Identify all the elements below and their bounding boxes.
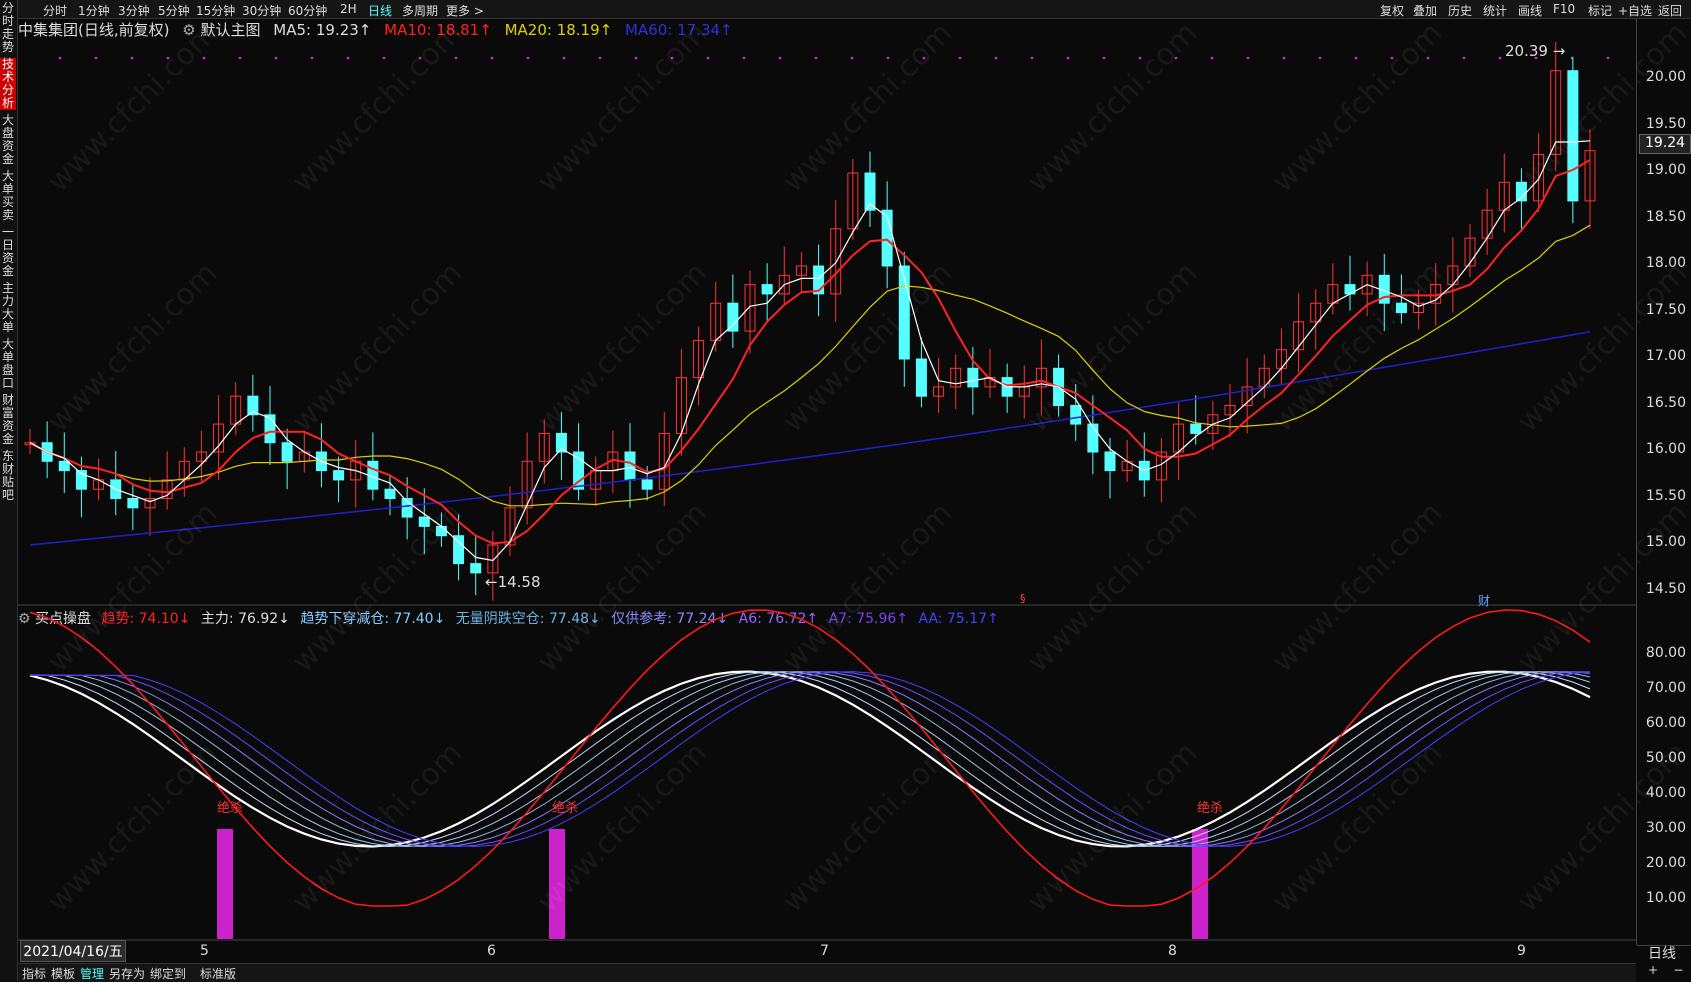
dot-marker (886, 56, 890, 60)
low-price-label: ←14.58 (485, 573, 541, 591)
saveas-tab[interactable]: 另存为 (109, 965, 145, 982)
dot-marker (850, 56, 854, 60)
manage-tab[interactable]: 管理 (80, 965, 104, 982)
candle-body (727, 302, 739, 332)
event-marker[interactable]: § (1020, 592, 1026, 605)
dot-marker (58, 56, 62, 60)
dot-marker (1246, 56, 1250, 60)
dot-marker (1498, 56, 1502, 60)
dot-marker (958, 56, 962, 60)
dot-marker (1210, 56, 1214, 60)
dot-marker (346, 56, 350, 60)
dot-marker (1318, 56, 1322, 60)
candle-body (761, 284, 773, 295)
period-label[interactable]: 日线 (1648, 943, 1676, 963)
ytick: 70.00 (1645, 680, 1686, 696)
dot-marker (1354, 56, 1358, 60)
dot-marker (562, 56, 566, 60)
bind-tab[interactable]: 绑定到 (150, 965, 186, 982)
indicator-tab[interactable]: 指标 (22, 965, 46, 982)
dot-marker (310, 56, 314, 60)
dot-marker (994, 56, 998, 60)
signal-label: 绝杀 (217, 800, 243, 816)
dot-marker (634, 56, 638, 60)
bottom-toolbar: 指标 模板 管理 另存为 绑定到 标准版 (18, 963, 1636, 982)
xtick-month: 8 (1168, 943, 1177, 959)
dot-marker (814, 56, 818, 60)
dot-marker (130, 56, 134, 60)
dot-marker (94, 56, 98, 60)
signal-label: 绝杀 (552, 800, 578, 816)
cai-marker[interactable]: 财 (1478, 592, 1490, 609)
candle-body (1104, 451, 1116, 472)
candle-body (453, 535, 465, 565)
dot-marker (1066, 56, 1070, 60)
ytick: 16.50 (1645, 395, 1686, 411)
xtick-month: 5 (200, 943, 209, 959)
dot-marker (238, 56, 242, 60)
ytick: 17.00 (1645, 348, 1686, 364)
ytick: 14.50 (1645, 581, 1686, 597)
ytick: 16.00 (1645, 441, 1686, 457)
xtick-month: 9 (1517, 943, 1526, 959)
template-tab[interactable]: 模板 (51, 965, 75, 982)
dot-marker (1030, 56, 1034, 60)
candle-body (624, 451, 636, 481)
xtick-month: 6 (487, 943, 496, 959)
dot-marker (454, 56, 458, 60)
dot-marker (1462, 56, 1466, 60)
candle-body (264, 414, 276, 444)
candle-body (470, 563, 482, 574)
dot-marker (706, 56, 710, 60)
candle-body (127, 498, 139, 509)
current-price-tag: 19.24 (1639, 134, 1691, 154)
ytick: 10.00 (1645, 890, 1686, 906)
zoom-controls[interactable]: + − (1648, 963, 1683, 977)
dot-marker (598, 56, 602, 60)
ytick: 20.00 (1645, 855, 1686, 871)
dot-marker (274, 56, 278, 60)
dot-marker (1606, 56, 1610, 60)
xtick-month: 7 (820, 943, 829, 959)
dot-marker (1102, 56, 1106, 60)
ytick: 60.00 (1645, 715, 1686, 731)
ytick: 19.50 (1645, 116, 1686, 132)
candle-body (967, 367, 979, 388)
dot-marker (778, 56, 782, 60)
ytick: 19.00 (1645, 162, 1686, 178)
dot-marker (526, 56, 530, 60)
date-cursor-label: 2021/04/16/五 (20, 940, 126, 962)
standard-tab[interactable]: 标准版 (200, 965, 236, 982)
high-price-label: 20.39 → (1505, 42, 1566, 60)
candle-body (915, 358, 927, 397)
dot-marker (382, 56, 386, 60)
dot-marker (742, 56, 746, 60)
candle-body (641, 479, 653, 490)
candle-body (1087, 423, 1099, 453)
candle-body (58, 460, 70, 472)
ytick: 18.50 (1645, 209, 1686, 225)
dot-marker (1282, 56, 1286, 60)
candle-body (384, 488, 396, 500)
ytick: 80.00 (1645, 645, 1686, 661)
candle-body (333, 470, 345, 481)
signal-label: 绝杀 (1197, 800, 1223, 816)
signal-bar (217, 829, 233, 939)
ytick: 30.00 (1645, 820, 1686, 836)
dot-marker (490, 56, 494, 60)
candle-body (1190, 423, 1202, 434)
top-dot-markers (58, 56, 1610, 60)
candle-body (281, 442, 293, 462)
